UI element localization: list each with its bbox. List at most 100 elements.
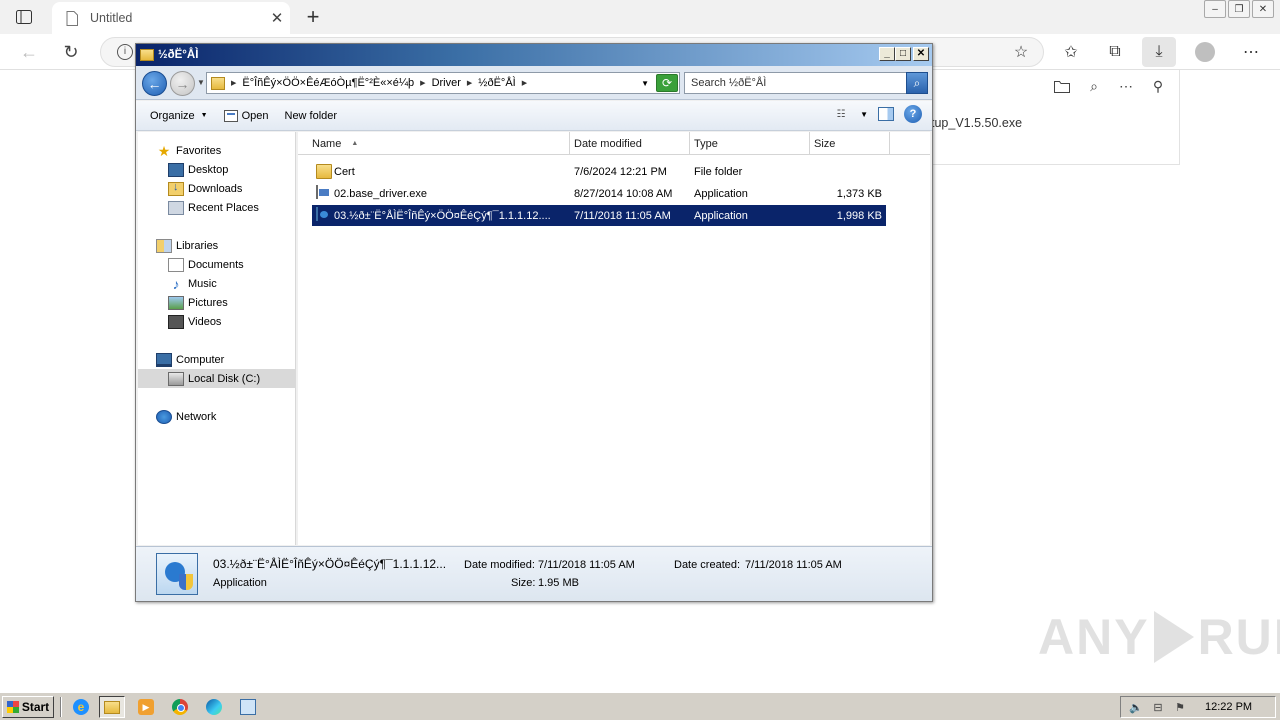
- organize-button[interactable]: Organize ▼: [144, 105, 214, 127]
- nav-item-libraries[interactable]: Libraries: [138, 236, 296, 255]
- open-folder-icon[interactable]: [1053, 76, 1071, 96]
- chevron-right-icon[interactable]: ▶: [420, 79, 425, 87]
- new-folder-button[interactable]: New folder: [279, 105, 344, 127]
- preview-pane-icon[interactable]: [878, 107, 894, 121]
- maximize-button[interactable]: □: [895, 47, 911, 61]
- nav-item-music[interactable]: ♪ Music: [138, 274, 296, 293]
- search-icon[interactable]: ⌕: [1085, 76, 1103, 96]
- back-button[interactable]: ←: [142, 71, 167, 96]
- chevron-right-icon[interactable]: ▶: [522, 79, 527, 87]
- file-row[interactable]: Cert 7/6/2024 12:21 PM File folder: [312, 161, 886, 182]
- downloads-folder-icon: [168, 181, 184, 196]
- file-size: 1,373 KB: [836, 187, 882, 200]
- nav-label: Libraries: [176, 239, 219, 252]
- file-name: 02.base_driver.exe: [334, 187, 427, 200]
- explorer-taskbar-button[interactable]: [99, 696, 125, 718]
- views-dropdown-icon[interactable]: ▼: [860, 110, 868, 119]
- favorites-icon[interactable]: ✩: [1058, 40, 1084, 64]
- nav-item-computer[interactable]: Computer: [138, 350, 296, 369]
- profile-avatar[interactable]: [1192, 40, 1218, 64]
- column-date-modified[interactable]: Date modified: [570, 132, 690, 155]
- minimize-button[interactable]: _: [879, 47, 895, 61]
- file-name: Cert: [334, 165, 355, 178]
- nav-item-downloads[interactable]: Downloads: [138, 179, 296, 198]
- browser-tab[interactable]: Untitled ✕: [52, 2, 290, 34]
- collections-icon[interactable]: ⧉: [1102, 40, 1128, 64]
- breadcrumb-item[interactable]: ½ðË°ÅÌ: [478, 77, 515, 89]
- restore-button[interactable]: ❐: [1228, 0, 1250, 18]
- nav-label: Desktop: [188, 163, 229, 176]
- history-dropdown-icon[interactable]: ▼: [197, 78, 205, 87]
- downloads-icon[interactable]: ⤓: [1142, 37, 1176, 67]
- ie-taskbar-button[interactable]: e: [68, 696, 94, 718]
- pin-icon[interactable]: ⚲: [1149, 76, 1167, 96]
- media-player-icon: ▶: [138, 699, 154, 715]
- column-label: Type: [694, 137, 718, 150]
- column-name[interactable]: Name ▲: [298, 132, 570, 155]
- more-options-icon[interactable]: ⋯: [1117, 76, 1135, 96]
- info-icon[interactable]: i: [117, 44, 133, 60]
- details-file-kind: Application: [213, 577, 267, 589]
- action-center-flag-icon[interactable]: ⚑: [1173, 700, 1187, 714]
- details-date-modified-label: Date modified:: [464, 559, 535, 571]
- nav-item-recent-places[interactable]: Recent Places: [138, 198, 296, 217]
- refresh-icon[interactable]: ⟳: [656, 74, 678, 92]
- browser-window-controls: ‒ ❐ ✕: [1204, 0, 1274, 18]
- nav-item-videos[interactable]: Videos: [138, 312, 296, 331]
- open-button[interactable]: Open: [218, 105, 275, 127]
- chevron-right-icon[interactable]: ▶: [467, 79, 472, 87]
- media-player-taskbar-button[interactable]: ▶: [133, 696, 159, 718]
- search-input[interactable]: Search ½ðË°ÅÌ: [684, 72, 908, 94]
- nav-label: Local Disk (C:): [188, 372, 261, 385]
- breadcrumb-item[interactable]: Ë°ÎñÊý×ÖÖ×ÊéÆóÒµ¶Ë°²È«×é¼þ: [242, 77, 414, 89]
- chevron-right-icon[interactable]: ▶: [231, 79, 236, 87]
- command-bar: Organize ▼ Open New folder ☷ ▼ ?: [136, 101, 932, 131]
- address-dropdown-icon[interactable]: ▼: [641, 79, 649, 88]
- tab-close-icon[interactable]: ✕: [264, 9, 290, 27]
- file-type: Application: [694, 187, 748, 200]
- edge-taskbar-button[interactable]: [201, 696, 227, 718]
- new-tab-button[interactable]: +: [300, 4, 326, 30]
- setup-taskbar-button[interactable]: [235, 696, 261, 718]
- more-menu-icon[interactable]: ⋯: [1238, 40, 1264, 64]
- nav-item-documents[interactable]: Documents: [138, 255, 296, 274]
- watermark-text: ANY: [1038, 609, 1150, 665]
- change-view-icon[interactable]: ☷: [832, 107, 850, 121]
- start-button[interactable]: Start: [2, 696, 54, 718]
- file-row[interactable]: 02.base_driver.exe 8/27/2014 10:08 AM Ap…: [312, 183, 886, 204]
- nav-item-desktop[interactable]: Desktop: [138, 160, 296, 179]
- search-icon[interactable]: ⌕: [906, 72, 928, 94]
- back-arrow-icon[interactable]: ←: [16, 40, 42, 64]
- nav-label: Music: [188, 277, 217, 290]
- nav-label: Pictures: [188, 296, 228, 309]
- help-icon[interactable]: ?: [904, 105, 922, 123]
- explorer-titlebar[interactable]: ½ðË°ÅÌ _ □ ✕: [136, 44, 932, 66]
- column-size[interactable]: Size: [810, 132, 890, 155]
- address-breadcrumb[interactable]: ▶ Ë°ÎñÊý×ÖÖ×ÊéÆóÒµ¶Ë°²È«×é¼þ ▶ Driver ▶ …: [206, 72, 680, 94]
- breadcrumb-item[interactable]: Driver: [432, 77, 461, 89]
- nav-item-network[interactable]: Network: [138, 407, 296, 426]
- forward-button[interactable]: →: [170, 71, 195, 96]
- nav-item-local-disk[interactable]: Local Disk (C:): [138, 369, 296, 388]
- file-row-selected[interactable]: 03.½ð±¨Ë°ÅÌË°ÎñÊý×ÖÖ¤ÊéÇý¶¯1.1.1.12.... …: [312, 205, 886, 226]
- refresh-icon[interactable]: ↻: [58, 40, 84, 64]
- minimize-button[interactable]: ‒: [1204, 0, 1226, 18]
- file-date: 7/11/2018 11:05 AM: [574, 209, 671, 222]
- nav-item-favorites[interactable]: ★ Favorites: [138, 141, 296, 160]
- tab-actions-icon[interactable]: [8, 6, 40, 28]
- music-icon: ♪: [172, 275, 180, 292]
- column-type[interactable]: Type: [690, 132, 810, 155]
- download-file-name[interactable]: tup_V1.5.50.exe: [931, 116, 1022, 130]
- nav-item-pictures[interactable]: Pictures: [138, 293, 296, 312]
- add-favorite-icon[interactable]: ☆: [1008, 40, 1034, 64]
- nav-label: Network: [176, 410, 217, 423]
- clock[interactable]: 12:22 PM: [1205, 701, 1252, 713]
- close-button[interactable]: ✕: [913, 47, 929, 61]
- close-button[interactable]: ✕: [1252, 0, 1274, 18]
- column-label: Name: [312, 137, 342, 150]
- volume-icon[interactable]: 🔈: [1129, 700, 1143, 714]
- network-icon[interactable]: ⊟: [1151, 700, 1165, 714]
- chrome-taskbar-button[interactable]: [167, 696, 193, 718]
- computer-icon: [156, 352, 172, 367]
- nav-label: Favorites: [176, 144, 222, 157]
